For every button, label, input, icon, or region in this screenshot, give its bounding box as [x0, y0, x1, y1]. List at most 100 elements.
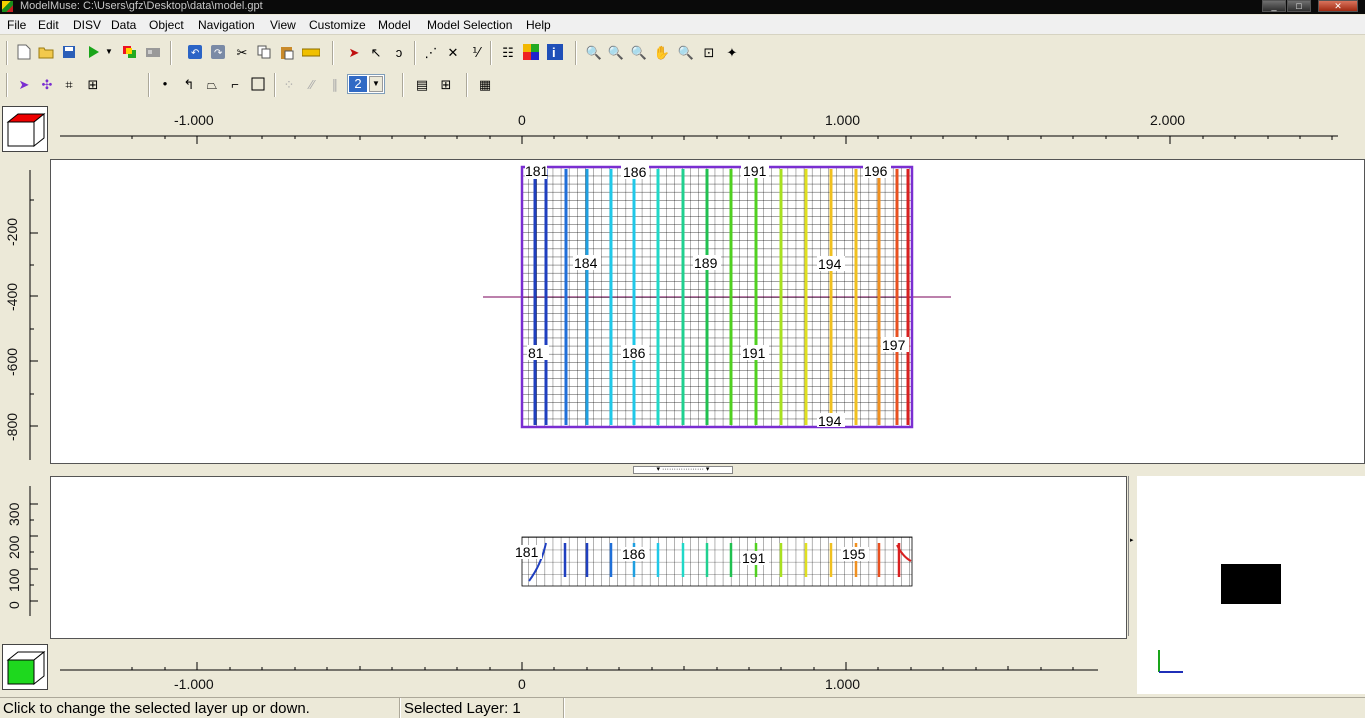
menu-object[interactable]: Object — [149, 18, 184, 32]
menu-help[interactable]: Help — [526, 18, 551, 32]
export-icon[interactable] — [120, 42, 140, 62]
svg-text:191: 191 — [742, 550, 766, 566]
front-view-cube-button[interactable] — [2, 644, 48, 690]
toolbar-separator — [6, 73, 8, 97]
zoom-in-icon[interactable]: 🔍 — [584, 42, 604, 62]
undo-icon[interactable]: ↶ — [185, 42, 205, 62]
magic-wand-icon[interactable]: ✦ — [722, 42, 742, 62]
plan-view-canvas[interactable]: 181 186 191 196 184 189 194 81 186 191 1… — [51, 160, 1364, 463]
zoom-out-icon[interactable]: 🔍 — [629, 42, 649, 62]
svg-text:196: 196 — [864, 163, 888, 179]
menu-view[interactable]: View — [270, 18, 296, 32]
polyline-icon[interactable]: ↰ — [179, 74, 199, 94]
mesh-icon[interactable]: ▦ — [475, 74, 495, 94]
3d-view-panel[interactable] — [1137, 476, 1365, 694]
front-ruler-label: 200 — [6, 535, 22, 559]
menu-customize[interactable]: Customize — [309, 18, 366, 32]
ruler-icon[interactable] — [301, 42, 321, 62]
plan-view-panel[interactable]: 181 186 191 196 184 189 194 81 186 191 1… — [50, 159, 1365, 464]
splitter-arrow-icon[interactable]: ▸ — [1130, 536, 1134, 544]
window-title: ModelMuse: C:\Users\gfz\Desktop\data\mod… — [20, 0, 263, 12]
polygon-icon[interactable]: ⏢ — [202, 74, 222, 94]
status-separator — [399, 698, 401, 718]
top-ruler-label: -1.000 — [174, 112, 214, 128]
lasso-icon[interactable]: ↄ — [389, 42, 409, 62]
zoom-window-icon[interactable]: ⊡ — [699, 42, 719, 62]
toolbar-separator — [575, 41, 577, 65]
contour-label: 186 — [621, 546, 649, 562]
status-selected-layer: Selected Layer: 1 — [404, 700, 521, 717]
save-icon[interactable] — [59, 42, 79, 62]
info-icon[interactable]: i — [545, 42, 565, 62]
contour-label: 194 — [817, 256, 845, 272]
delete-segment-icon[interactable]: ✕ — [443, 42, 463, 62]
svg-text:181: 181 — [525, 163, 549, 179]
color-grid-icon[interactable] — [521, 42, 541, 62]
side-splitter[interactable]: ▸ — [1128, 476, 1136, 636]
dashed-line-icon[interactable]: ⁄⁄ — [302, 74, 322, 94]
splitter-handle[interactable]: ▾ ·················· ▾ — [633, 466, 733, 474]
front-view-panel[interactable]: 181 186 191 195 — [50, 476, 1127, 639]
top-ruler: -1.000 0 1.000 2.000 — [52, 106, 1342, 156]
minimize-button[interactable]: _ — [1262, 0, 1286, 12]
zoom-extents-icon[interactable]: 🔍 — [676, 42, 696, 62]
split-icon[interactable]: ⅟ — [466, 42, 486, 62]
layer-spin-value[interactable]: 2 — [349, 76, 367, 92]
left-ruler-label: -800 — [4, 412, 20, 441]
contour-label: 184 — [573, 255, 601, 271]
toolbar-separator — [6, 41, 8, 65]
import-icon[interactable] — [143, 42, 163, 62]
add-vertex-icon[interactable]: ⋰ — [421, 42, 441, 62]
chevron-down-icon[interactable]: ▼ — [369, 76, 383, 92]
rectangle-icon[interactable] — [248, 74, 268, 94]
new-file-icon[interactable] — [14, 42, 34, 62]
contour-label: 191 — [741, 163, 769, 179]
menu-file[interactable]: File — [7, 18, 26, 32]
cut-icon[interactable]: ✂ — [232, 42, 252, 62]
layer-spin-edit[interactable]: 2 ▼ — [347, 74, 385, 94]
close-button[interactable]: ✕ — [1318, 0, 1358, 12]
svg-text:186: 186 — [622, 546, 646, 562]
select-cell-icon[interactable]: ➤ — [14, 74, 34, 94]
layer-grid-icon[interactable]: ⊞ — [436, 74, 456, 94]
zoom-icon[interactable]: 🔍 — [606, 42, 626, 62]
multi-line-icon[interactable]: ∥ — [325, 74, 345, 94]
redo-icon[interactable]: ↷ — [208, 42, 228, 62]
grid-lines-icon[interactable]: ⌗ — [59, 74, 79, 94]
layers-icon[interactable]: ☷ — [498, 42, 518, 62]
edit-vertices-icon[interactable]: ↖ — [366, 42, 386, 62]
point-object-icon[interactable]: ● — [155, 74, 175, 94]
contour-label: 195 — [841, 546, 869, 562]
menu-data[interactable]: Data — [111, 18, 136, 32]
straight-line-icon[interactable]: ⌐ — [225, 74, 245, 94]
model-grid[interactable] — [522, 167, 912, 427]
menu-navigation[interactable]: Navigation — [198, 18, 255, 32]
menu-model[interactable]: Model — [378, 18, 411, 32]
dotted-line-icon[interactable]: ⁘ — [279, 74, 299, 94]
move-vertex-icon[interactable]: ✣ — [37, 74, 57, 94]
grid-points-icon[interactable]: ⊞ — [83, 74, 103, 94]
dropdown-arrow-icon[interactable]: ▼ — [103, 42, 115, 62]
bottom-ruler-label: 0 — [518, 676, 526, 692]
top-view-cube-button[interactable] — [2, 106, 48, 152]
top-ruler-label: 1.000 — [825, 112, 861, 128]
layer-lines-icon[interactable]: ▤ — [412, 74, 432, 94]
pan-hand-icon[interactable]: ✋ — [652, 42, 672, 62]
toolbar-separator — [414, 41, 416, 65]
front-view-canvas[interactable]: 181 186 191 195 — [51, 477, 1126, 638]
menu-edit[interactable]: Edit — [38, 18, 59, 32]
3d-model-block[interactable] — [1221, 564, 1281, 604]
run-model-icon[interactable] — [84, 42, 104, 62]
contour-label: 181 — [514, 544, 542, 560]
maximize-button[interactable]: □ — [1287, 0, 1311, 12]
contour-label: 197 — [881, 337, 909, 353]
menu-model-selection[interactable]: Model Selection — [427, 18, 512, 32]
copy-icon[interactable] — [254, 42, 274, 62]
svg-text:186: 186 — [622, 345, 646, 361]
svg-text:↷: ↷ — [214, 48, 223, 59]
open-folder-icon[interactable] — [36, 42, 56, 62]
paste-icon[interactable] — [277, 42, 297, 62]
left-ruler: -200 -400 -600 -800 — [0, 160, 50, 465]
menu-disv[interactable]: DISV — [73, 18, 101, 32]
select-pointer-icon[interactable]: ➤ — [344, 42, 364, 62]
